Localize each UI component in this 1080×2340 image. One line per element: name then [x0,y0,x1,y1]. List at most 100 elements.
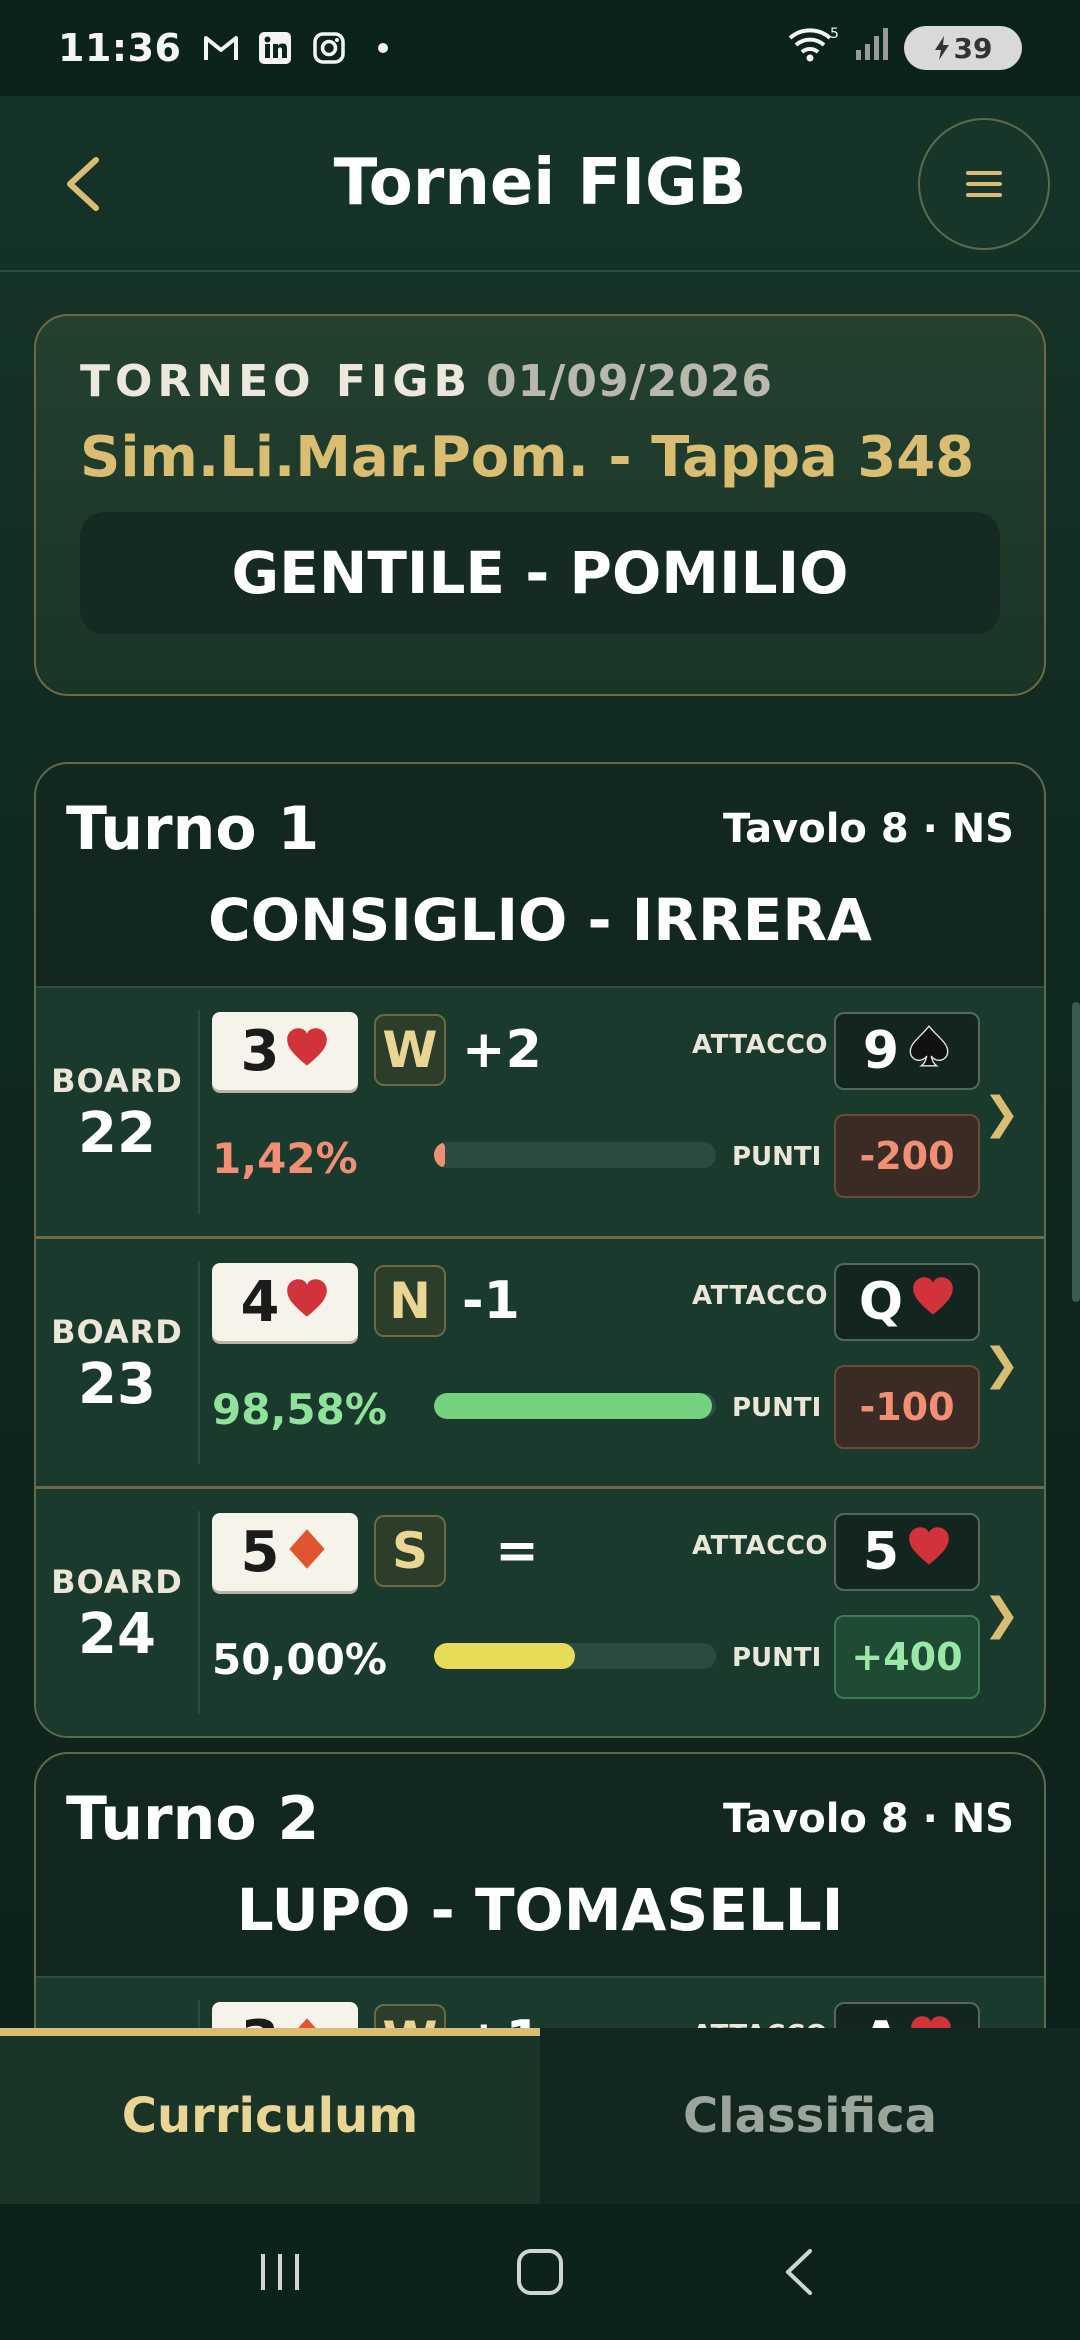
app-header: Tornei FIGB [0,96,1080,272]
tournament-kicker: TORNEO FIGB 01/09/2026 [80,356,1000,407]
contract-card: 3 [212,1012,358,1090]
status-bar: 11:36 5 39 [0,0,1080,96]
percentage-bar-fill [434,1643,575,1669]
contract-card: 5 [212,1513,358,1591]
board-row[interactable]: BOARD 22 3 W +2 ATTACCO 9 1,42% PUNTI -200 ❯ [36,986,1044,1236]
opening-lead-card: 5 [834,1513,980,1591]
back-icon [786,2249,812,2295]
lead-label: ATTACCO [692,1531,829,1561]
tournament-kicker-label: TORNEO FIGB [80,356,472,407]
home-button[interactable] [500,2232,580,2312]
lead-label: ATTACCO [692,1281,829,1311]
battery-level: 39 [953,31,993,65]
tournament-name: Sim.Li.Mar.Pom. - Tappa 348 [80,425,975,490]
heart-icon [909,2011,953,2028]
linkedin-icon [257,31,293,65]
chevron-right-icon[interactable]: ❯ [983,1589,1020,1640]
percentage-bar [434,1142,716,1168]
percentage-bar-fill [434,1393,712,1419]
opening-lead-card: 9 [834,1012,980,1090]
lead-rank: Q [858,1272,904,1332]
lead-label: ATTACCO [692,2020,828,2028]
round-card: Turno 1 Tavolo 8 · NS CONSIGLIO - IRRERA… [34,762,1046,1738]
recents-icon [261,2254,299,2290]
status-right: 5 39 [786,24,1022,73]
round-header: Turno 1 Tavolo 8 · NS CONSIGLIO - IRRERA [36,764,1044,986]
round-opponents: LUPO - TOMASELLI [236,1876,844,1944]
board-list: BOARD 22 3 W +2 ATTACCO 9 1,42% PUNTI -200 ❯ BOARD 2… [36,986,1044,1736]
lead-rank: A [861,2011,901,2028]
points-label: PUNTI [732,1393,822,1423]
percentage-bar [434,1643,716,1669]
score-badge: -200 [834,1114,980,1198]
board-row[interactable]: BOARD 23 4 N -1 ATTACCO Q 98,58% PUNTI -100 ❯ [36,1236,1044,1486]
bottom-tabs: Curriculum Classifica [0,2028,1080,2204]
declarer-badge: W [374,1014,446,1086]
board-label-text: BOARD [51,1312,183,1351]
contract-result: -1 [462,1271,520,1331]
notification-icons [203,31,401,65]
content-area[interactable]: TORNEO FIGB 01/09/2026 Sim.Li.Mar.Pom. - … [0,272,1080,2028]
tournament-card: TORNEO FIGB 01/09/2026 Sim.Li.Mar.Pom. - … [34,314,1046,696]
pair-name: GENTILE - POMILIO [80,512,1000,634]
chevron-right-icon[interactable]: ❯ [983,1088,1020,1139]
dot-icon [365,31,401,65]
score-badge: +400 [834,1615,980,1699]
menu-button[interactable] [918,118,1050,250]
board-number: 22 [78,1101,156,1166]
svg-text:5: 5 [830,26,839,42]
contract-result: = [495,1521,539,1581]
chevron-left-icon [67,157,99,211]
chevron-right-icon[interactable]: ❯ [983,1339,1020,1390]
diamond-icon [285,2009,329,2028]
contract-card: 3 [212,2002,358,2028]
board-percentage: 1,42% [212,1134,358,1183]
lead-rank: 9 [862,1021,900,1081]
points-label: PUNTI [732,1142,822,1172]
page-title: Tornei FIGB [333,146,747,220]
board-percentage: 98,58% [212,1385,387,1434]
tab-curriculum[interactable]: Curriculum [0,2028,540,2204]
spade-icon [907,1021,951,1081]
contract-result: +1 [462,2004,572,2028]
heart-icon [285,1270,329,1335]
board-row[interactable]: BOARD 24 5 S = ATTACCO 5 50,00% PUNTI +400 ❯ [36,1486,1044,1736]
board-divider [198,2000,200,2028]
system-nav-bar [0,2204,1080,2340]
board-number: 23 [78,1351,156,1417]
board-label-text: BOARD [51,1562,183,1601]
board-label: BOARD 24 [36,1489,198,1736]
board-divider [198,1511,200,1714]
points-label: PUNTI [732,1643,822,1673]
declarer-badge: W [374,2004,446,2028]
gmail-icon [203,31,239,65]
scrollbar-thumb[interactable] [1072,1002,1080,1302]
declarer-badge: S [374,1515,446,1587]
contract-level: 5 [240,1519,280,1585]
board-row[interactable]: BOARD3W+1ATTACCOAPUNTI❯ [36,1976,1044,2028]
board-label: BOARD [36,1978,198,2028]
round-table: Tavolo 8 · NS [723,1796,1014,1842]
board-list: BOARD3W+1ATTACCOAPUNTI❯ [36,1976,1044,2028]
opening-lead-card: A [834,2002,980,2028]
board-divider [198,1261,200,1464]
tab-classifica[interactable]: Classifica [540,2028,1080,2204]
contract-level: 3 [241,2009,280,2029]
percentage-bar [434,1393,716,1419]
board-label: BOARD 23 [36,1239,198,1486]
home-icon [517,2249,563,2295]
hamburger-icon [966,171,1002,197]
signal-icon [854,26,890,71]
round-table: Tavolo 8 · NS [723,806,1014,852]
wifi-icon: 5 [786,24,840,73]
heart-icon [911,1272,955,1332]
score-badge: -100 [834,1365,980,1449]
recent-apps-button[interactable] [240,2232,320,2312]
contract-level: 3 [240,1018,280,1084]
back-button[interactable] [56,152,116,216]
board-label-text: BOARD [51,1062,183,1100]
system-back-button[interactable] [760,2232,840,2312]
board-percentage: 50,00% [212,1635,387,1684]
board-label: BOARD 22 [36,988,198,1236]
heart-icon [285,1019,329,1084]
